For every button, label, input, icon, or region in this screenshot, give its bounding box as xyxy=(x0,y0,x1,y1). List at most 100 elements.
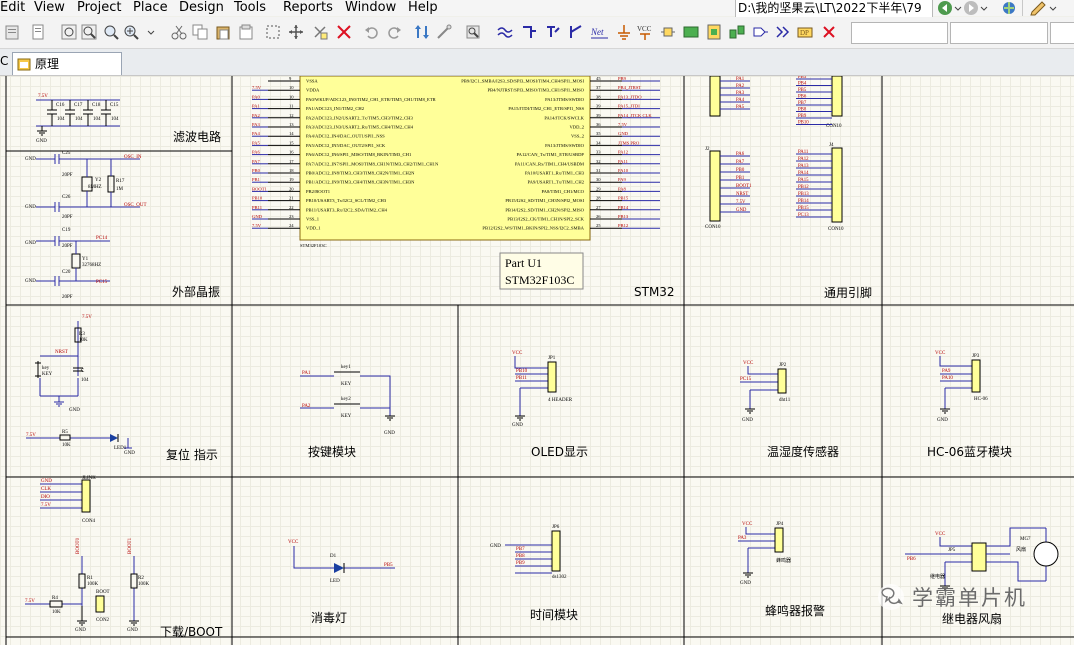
zoom-selected-icon[interactable] xyxy=(103,24,119,40)
relay-pb6: PB6 xyxy=(907,557,916,562)
cross-probe-icon[interactable] xyxy=(436,24,452,40)
dht-model: dht11 xyxy=(779,398,791,403)
filter-combo[interactable] xyxy=(851,22,948,44)
cap-c26: C26 xyxy=(62,195,71,200)
back-icon[interactable] xyxy=(938,1,952,15)
mcu-left-pin-net: PA1 xyxy=(252,104,260,109)
zoom-area-icon[interactable] xyxy=(81,24,97,40)
place-sheet-symbol-icon[interactable] xyxy=(683,24,699,40)
place-directive-icon[interactable]: DP xyxy=(797,24,813,40)
menu-edit[interactable]: Edit xyxy=(0,0,25,16)
menu-window[interactable]: Window xyxy=(345,0,396,16)
clear-selection-icon[interactable] xyxy=(336,24,352,40)
select-area-icon[interactable] xyxy=(265,24,281,40)
label-general-pins: 通用引脚 xyxy=(824,286,873,300)
con-pin-net: PA5 xyxy=(736,105,745,110)
globe-icon[interactable] xyxy=(1003,2,1015,14)
place-bus-icon[interactable] xyxy=(521,24,537,40)
mcu-left-pin-num: 18 xyxy=(289,168,294,173)
rubber-stamp-icon[interactable] xyxy=(238,24,254,40)
svg-text:DP: DP xyxy=(800,29,809,37)
place-device-sheet-icon[interactable] xyxy=(729,24,745,40)
oled-pb11: PB11 xyxy=(516,376,527,381)
con-pin-net: PA11 xyxy=(798,150,809,155)
boot-vcc: 7.5V xyxy=(25,599,35,604)
con-pin-net: PB8 xyxy=(798,108,807,113)
zoom-icon[interactable] xyxy=(123,24,139,40)
place-vcc-icon[interactable]: VCC xyxy=(636,24,656,40)
paste-doc-icon[interactable] xyxy=(30,24,46,40)
tab-schdoc[interactable]: 原理图.SCHDOC xyxy=(12,52,122,93)
con-pin-net: PA3 xyxy=(736,91,745,96)
hierarchy-icon[interactable] xyxy=(414,24,430,40)
undo-icon[interactable] xyxy=(364,24,380,40)
mcu-right-pin-num: 36 xyxy=(596,122,601,127)
mcu-left-pin-net: PA7 xyxy=(252,159,260,164)
place-part-icon[interactable] xyxy=(660,24,676,40)
edit-dropdown-icon[interactable] xyxy=(1049,6,1057,11)
place-wire-icon[interactable] xyxy=(497,24,513,40)
redo-icon[interactable] xyxy=(386,24,402,40)
mcu-right-pin-name: PB13/I2S2_CK/TIM1_CH1N/SPI2_SCK xyxy=(507,217,584,222)
select-cross-icon[interactable] xyxy=(312,24,328,40)
zoom-dropdown-icon[interactable] xyxy=(146,24,156,40)
reset-cap: C xyxy=(81,369,85,374)
mask-level-combo[interactable] xyxy=(950,22,1048,44)
menu-help[interactable]: Help xyxy=(408,0,438,16)
con-pin-net: PB12 xyxy=(798,185,809,190)
copy-icon[interactable] xyxy=(192,24,208,40)
schematic-drawing: 7.5V C16 C17 C18 C15 104 104 104 104 GND… xyxy=(5,76,1074,645)
menu-project[interactable]: Project xyxy=(77,0,121,16)
mcu-left-pin-net: PA5 xyxy=(252,140,260,145)
schematic-canvas[interactable]: 7.5V C16 C17 C18 C15 104 104 104 104 GND… xyxy=(0,76,1074,645)
zoom-fit-icon[interactable] xyxy=(61,24,77,40)
extra-combo[interactable] xyxy=(1050,22,1074,44)
boot-gnd-1: GND xyxy=(75,628,86,633)
place-sheet-entry-icon[interactable] xyxy=(706,24,722,40)
previous-tab-edge[interactable]: C xyxy=(0,54,8,68)
library-icon[interactable] xyxy=(465,24,481,40)
relay-fan: 风扇 xyxy=(1016,546,1026,553)
place-harness-icon[interactable] xyxy=(568,24,584,40)
menu-place[interactable]: Place xyxy=(133,0,168,16)
svg-text:Net: Net xyxy=(591,27,604,37)
filter-gnd-label: GND xyxy=(36,139,47,144)
bt-model: HC-06 xyxy=(974,397,988,402)
back-dropdown-icon[interactable] xyxy=(954,6,962,11)
menu-design[interactable]: Design xyxy=(179,0,224,16)
menu-view[interactable]: View xyxy=(34,0,65,16)
forward-dropdown-icon[interactable] xyxy=(980,6,988,11)
place-bus-entry-icon[interactable] xyxy=(545,24,561,40)
cut-icon[interactable] xyxy=(171,24,187,40)
key1-ref: key1 xyxy=(341,365,351,370)
con-pin-net: PB3 xyxy=(798,76,807,80)
document-path-box[interactable]: D:\我的坚果云\LT\2022下半年\79 xyxy=(735,0,933,18)
mcu-left-pin-name: PA0/WKUP/ADC123_IN0/TIM2_CH1_ETR/TIM5_CH… xyxy=(306,97,437,102)
place-gnd-icon[interactable] xyxy=(616,24,632,40)
open-icon[interactable] xyxy=(4,24,20,40)
mcu-left-pin-net: PB11 xyxy=(252,205,263,210)
con-pin-net: PB0 xyxy=(736,168,745,173)
label-stm32: STM32 xyxy=(634,285,675,299)
net-pc15: PC15 xyxy=(96,280,108,285)
no-erc-icon[interactable] xyxy=(821,24,837,40)
bt-circuit: VCC JP3 PA9 PA10 HC-06 GND xyxy=(935,351,988,423)
cap-val-4: 104 xyxy=(111,117,119,122)
place-offsheet-icon[interactable] xyxy=(775,24,791,40)
paste-icon[interactable] xyxy=(215,24,231,40)
key2-ref: key2 xyxy=(341,397,351,402)
menu-reports[interactable]: Reports xyxy=(283,0,333,16)
place-port-icon[interactable] xyxy=(752,24,768,40)
reset-cap-val: 104 xyxy=(81,378,89,383)
label-crystal: 外部晶振 xyxy=(172,285,221,299)
move-icon[interactable] xyxy=(288,24,304,40)
mcu-left-pin-num: 11 xyxy=(289,104,294,109)
edit-pencil-icon[interactable] xyxy=(1030,1,1046,16)
general-pins-circuit: CON10 J2 J4 CON10 CON10 PA1PA2PA3PA4PA5P… xyxy=(705,76,844,232)
crystal-circuit: GND C25 20PF GND C26 20PF OSC_IN OSC_OUT… xyxy=(25,151,147,300)
con-j2-ref: J2 xyxy=(705,147,710,152)
forward-icon[interactable] xyxy=(964,1,978,15)
menu-tools[interactable]: Tools xyxy=(234,0,266,16)
rtc-pb7: PB7 xyxy=(516,547,525,552)
place-net-label-icon[interactable]: Net xyxy=(591,24,609,40)
